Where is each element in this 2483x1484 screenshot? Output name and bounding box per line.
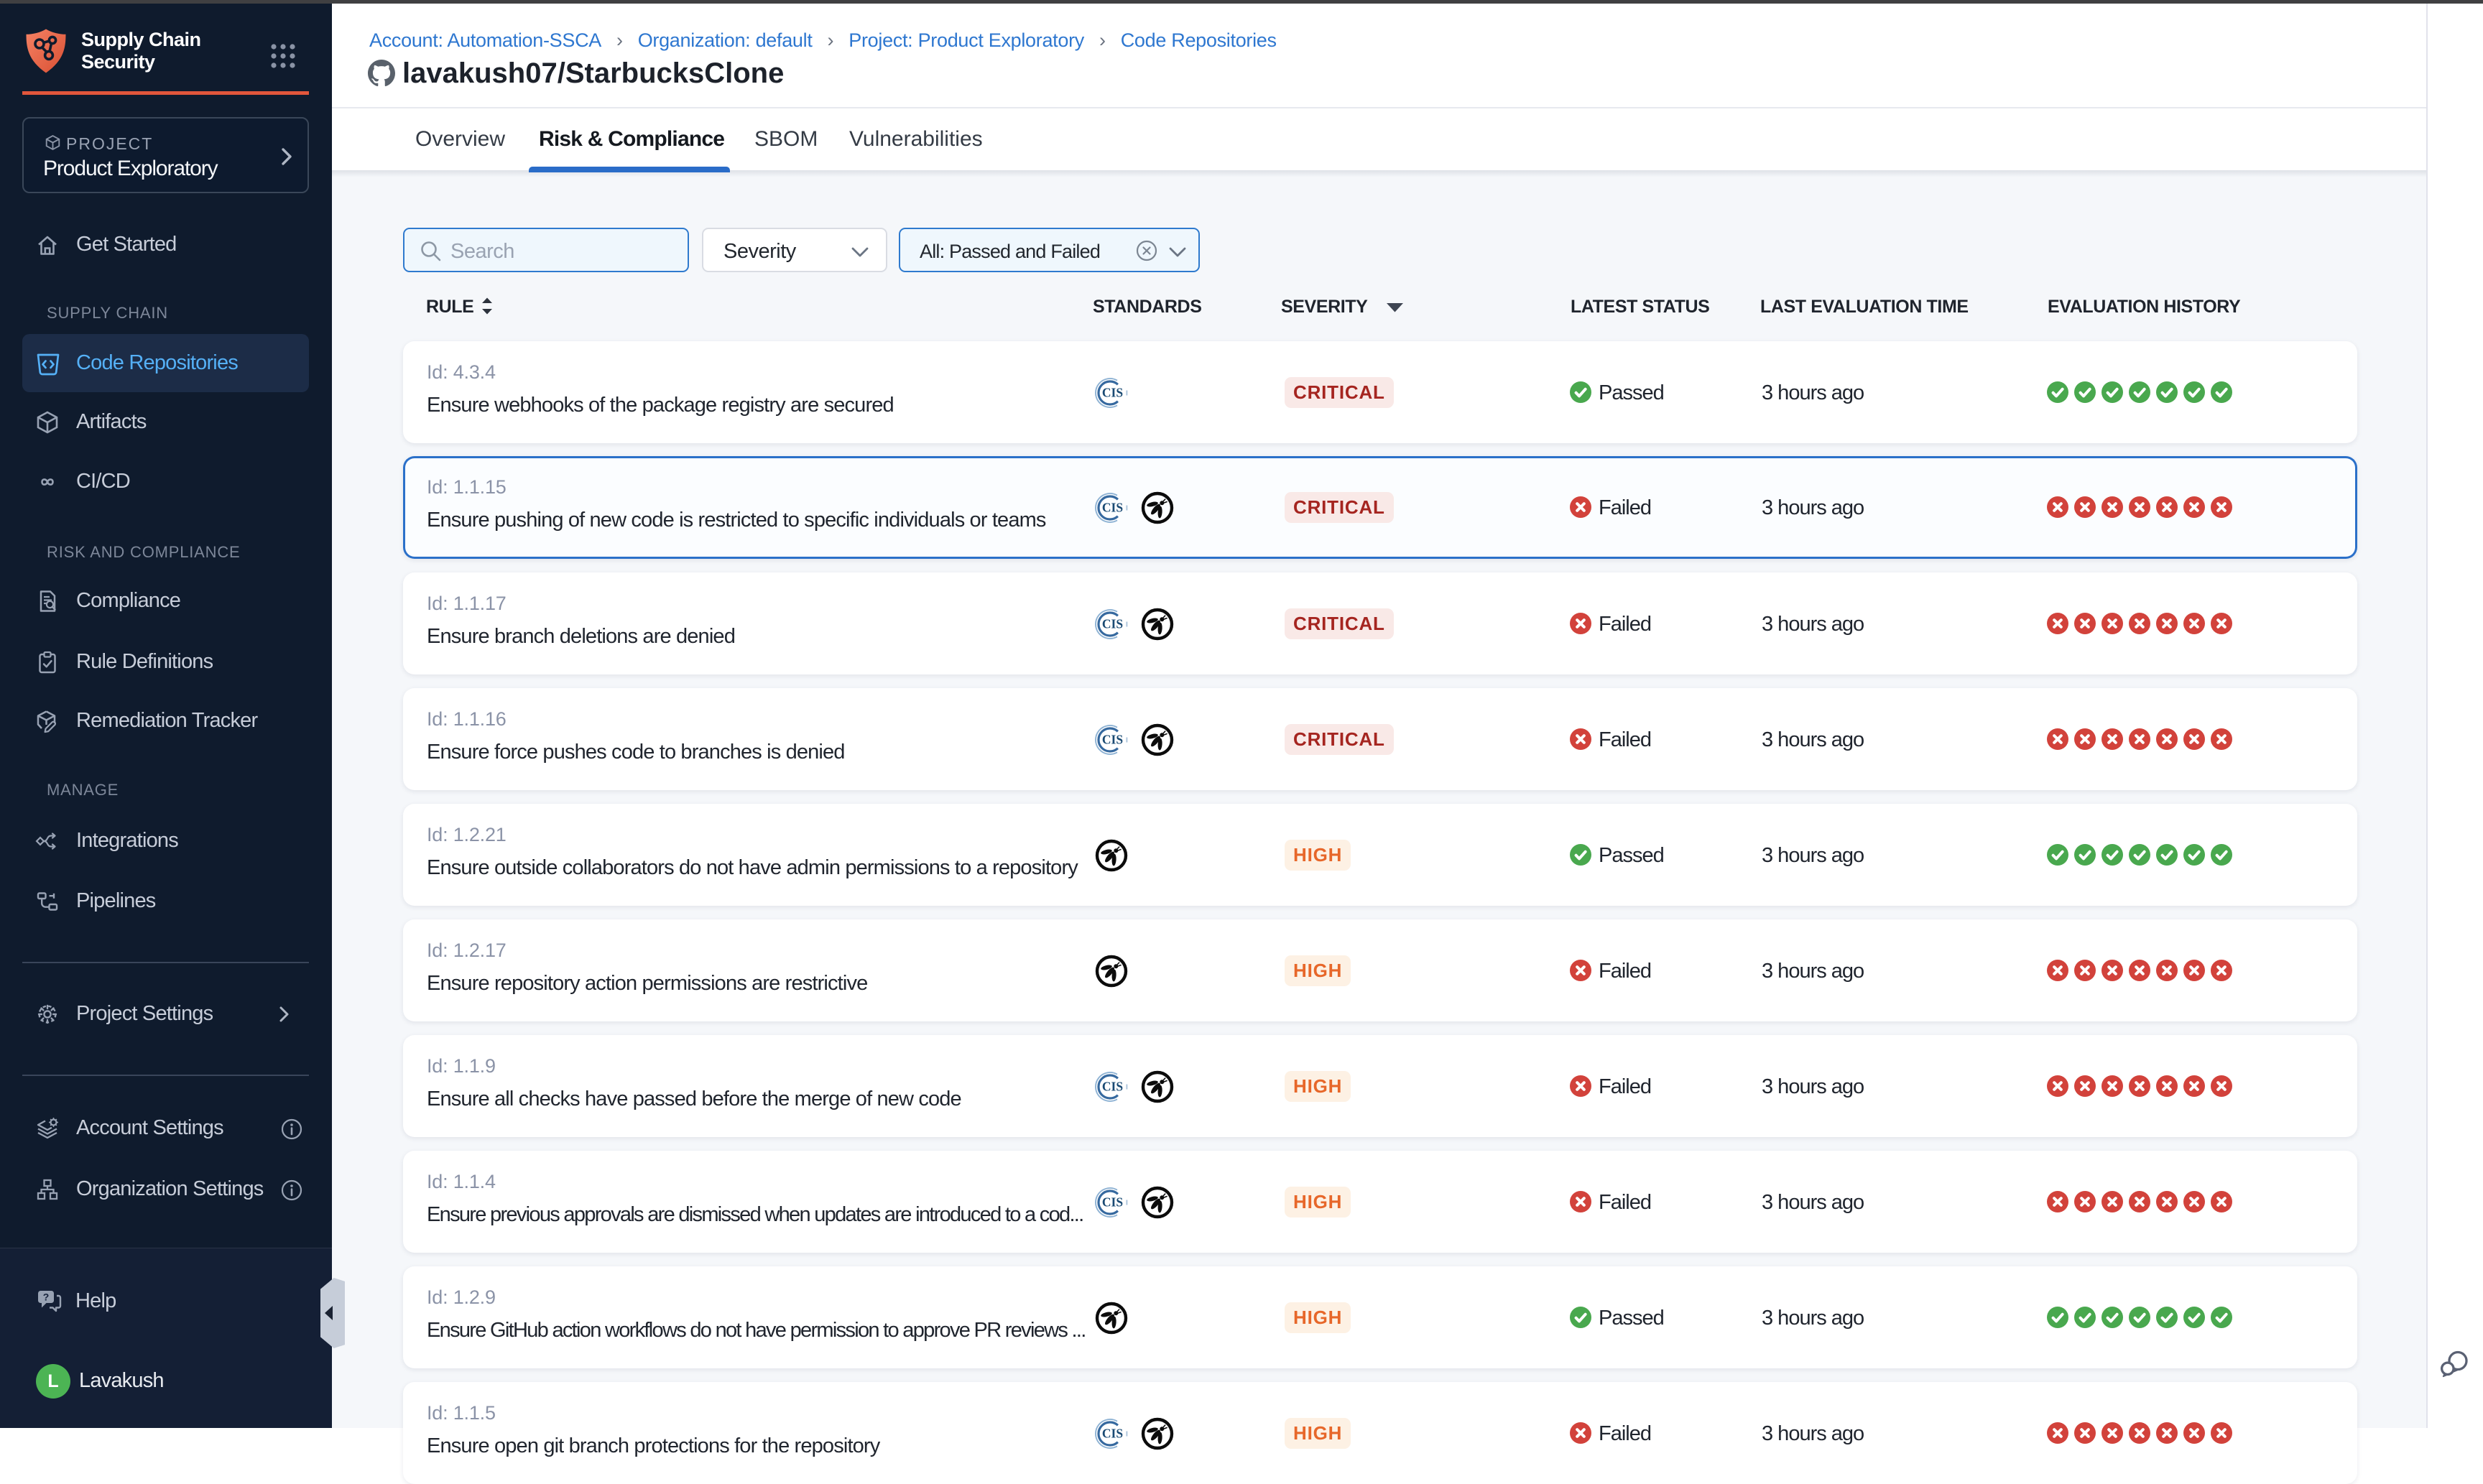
svg-text:?: ? bbox=[43, 1291, 50, 1303]
